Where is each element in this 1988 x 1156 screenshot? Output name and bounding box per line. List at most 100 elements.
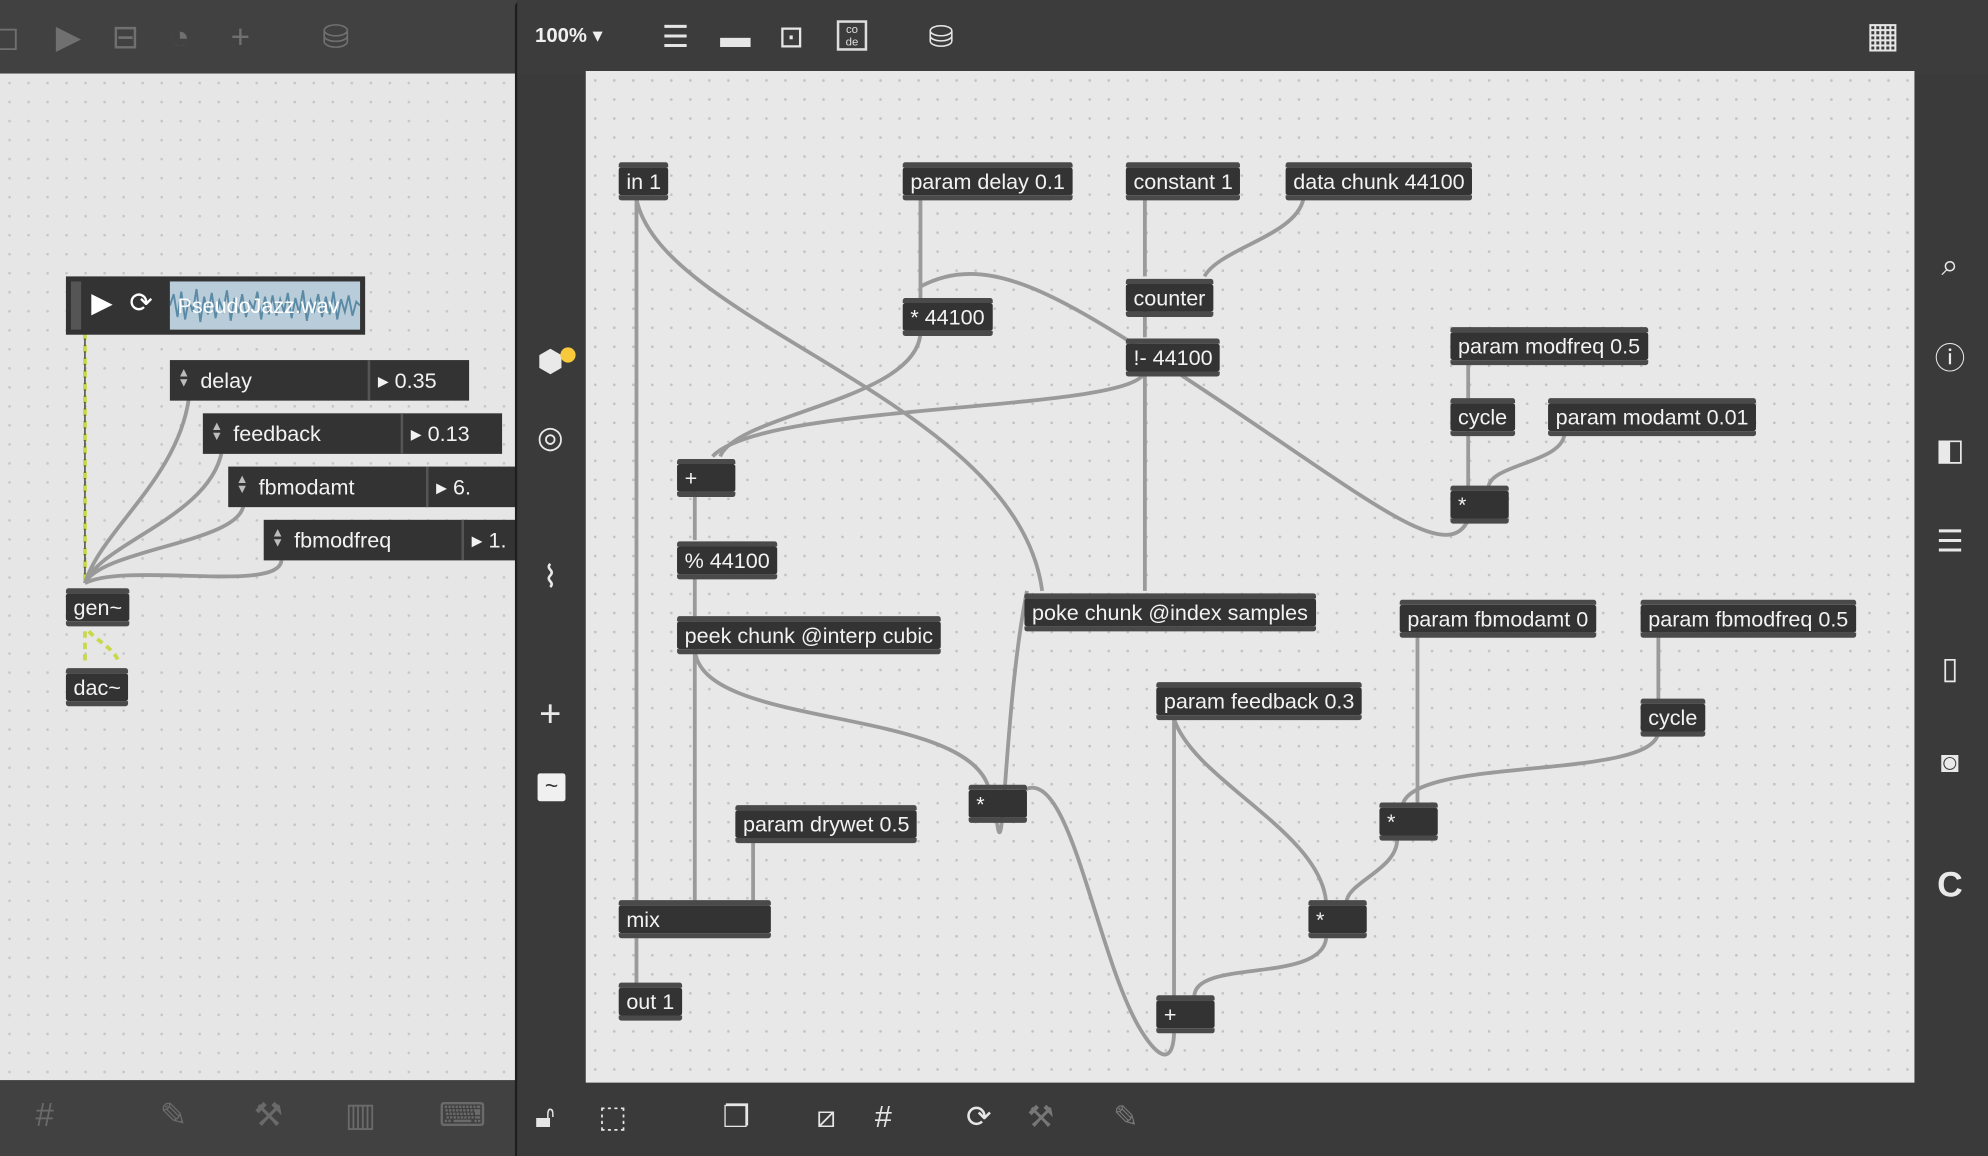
param-name: fbmodamt [258, 475, 355, 500]
main-canvas[interactable]: ▶ ⟳ PseudoJazz.wav ▲ ▼ delay ▸ 0.35 ▲ ▼ fe… [0, 73, 518, 1081]
number-box[interactable]: ▸ 0.13 [411, 422, 470, 447]
param-value: 0.13 [427, 422, 470, 447]
divider [461, 519, 465, 561]
add-feedback-object[interactable]: + [1156, 995, 1215, 1034]
cycle-mod-object[interactable]: cycle [1450, 398, 1515, 437]
param-value: 0.35 [394, 368, 437, 394]
signal-icon[interactable]: ~ [537, 773, 566, 802]
zoom-menu[interactable]: 100% ▾ [535, 23, 603, 48]
paint-bucket-icon[interactable]: ⛁ [928, 20, 953, 56]
param-row-fbmodamt[interactable]: ▲ ▼ fbmodamt ▸ 6. [228, 466, 518, 508]
comment-icon[interactable]: ⊟ [112, 18, 140, 56]
console-icon[interactable]: ⌨ [439, 1095, 487, 1133]
param-row-fbmodfreq[interactable]: ▲ ▼ fbmodfreq ▸ 1. [263, 519, 518, 561]
reverse-subtract-object[interactable]: !- 44100 [1125, 338, 1221, 377]
divider [367, 360, 371, 401]
counter-object[interactable]: counter [1125, 278, 1213, 317]
param-name: fbmodfreq [294, 528, 392, 553]
audio-player[interactable]: ▶ ⟳ PseudoJazz.wav [65, 276, 366, 335]
grid-icon[interactable]: # [36, 1095, 54, 1133]
info-icon[interactable]: ⓘ [1925, 342, 1976, 378]
grid-view-icon[interactable]: ▦ [1866, 17, 1900, 54]
snapshot-camera-icon[interactable]: ◙ [1925, 746, 1976, 782]
gen-patcher-window: 100% ▾ ☰ ▬ ⊡ co de ⛁ ▦ ⬢ ◎ ⌇ + ~ in 1 pa… [514, 0, 1988, 1156]
peek-object[interactable]: peek chunk @interp cubic [677, 616, 941, 655]
divider [426, 466, 429, 508]
screen: ◻ ▶ ⊟ ◔ + ⛁ ▶ ⟳ [0, 0, 1988, 1156]
constant-object[interactable]: constant 1 [1125, 162, 1242, 201]
data-chunk-object[interactable]: data chunk 44100 [1285, 162, 1473, 201]
codebox-icon[interactable]: co de [836, 20, 868, 51]
drag-handle[interactable] [71, 281, 82, 330]
refresh-icon[interactable]: ⟳ [966, 1101, 991, 1137]
gen-object[interactable]: gen~ [65, 588, 131, 627]
new-object-icon[interactable]: ✎ [1113, 1101, 1138, 1137]
multiply-mod-object[interactable]: * [1450, 485, 1509, 524]
target-icon[interactable]: ◎ [525, 421, 576, 457]
gen-right-sidebar: ⌕ ⓘ ◧ ☰ ▯ ◙ C [1914, 73, 1988, 1083]
lock-icon[interactable]: 🔓︎ [535, 1101, 555, 1137]
object-box-icon[interactable]: ◻ [0, 18, 20, 56]
gen-canvas[interactable]: in 1 param delay 0.1 constant 1 data chu… [585, 71, 1915, 1083]
param-delay-object[interactable]: param delay 0.1 [902, 162, 1073, 201]
spin-arrows-icon[interactable]: ▲ ▼ [271, 527, 284, 550]
add-object[interactable]: + [677, 458, 736, 498]
paint-bucket-icon[interactable]: ⛁ [322, 18, 350, 56]
spin-arrows-icon[interactable]: ▲ ▼ [178, 367, 191, 390]
wrench-icon[interactable]: ⚒ [254, 1095, 284, 1133]
param-fbmodamt-object[interactable]: param fbmodamt 0 [1399, 599, 1596, 638]
gen-bottom-toolbar: 🔓︎ ⬚ ❐ ⧄ # ⟳ ⚒ ✎ [517, 1082, 1988, 1156]
keyboard-icon[interactable]: ▥ [345, 1095, 376, 1133]
play-icon[interactable]: ▶ [91, 287, 112, 320]
number-box[interactable]: ▸ 6. [436, 475, 471, 500]
hammer-icon[interactable]: ⚒ [1027, 1101, 1054, 1137]
multiply-feedback-object[interactable]: * [968, 784, 1027, 823]
poke-object[interactable]: poke chunk @index samples [1024, 593, 1316, 632]
out-object[interactable]: out 1 [618, 982, 682, 1021]
cpu-icon[interactable]: C [1925, 867, 1976, 903]
search-icon[interactable]: ⌕ [1925, 249, 1976, 285]
cycle-fbmod-object[interactable]: cycle [1640, 698, 1705, 737]
hide-cables-icon[interactable]: ⧄ [817, 1101, 836, 1137]
presentation-icon[interactable]: ☰ [662, 20, 689, 56]
multiply-fbtotal-object[interactable]: * [1308, 900, 1367, 939]
zoom-level: 100% [535, 25, 587, 47]
comment-icon[interactable]: ▬ [720, 20, 750, 56]
param-fbmodfreq-object[interactable]: param fbmodfreq 0.5 [1640, 599, 1856, 638]
multiply-fbmod-object[interactable]: * [1379, 802, 1438, 841]
add-icon[interactable]: + [525, 695, 576, 733]
boundary-icon[interactable]: ⊡ [778, 20, 803, 56]
number-box[interactable]: ▸ 1. [472, 529, 507, 554]
grid-icon[interactable]: # [875, 1101, 892, 1137]
mix-object[interactable]: mix [618, 900, 771, 939]
gen-patch-cables [634, 198, 1661, 1057]
divider [400, 413, 404, 454]
multiply-samplerate-object[interactable]: * 44100 [902, 297, 993, 336]
select-icon[interactable]: ⬚ [598, 1101, 627, 1137]
spin-arrows-icon[interactable]: ▲ ▼ [210, 420, 223, 443]
message-icon[interactable]: ▶ [56, 18, 81, 56]
param-value: 6. [452, 475, 471, 500]
list-icon[interactable]: ☰ [1925, 525, 1976, 561]
layers-icon[interactable]: ❐ [723, 1101, 750, 1137]
dial-icon[interactable]: ◔ [170, 18, 190, 56]
add-object-icon[interactable]: + [231, 18, 250, 56]
param-drywet-object[interactable]: param drywet 0.5 [735, 805, 918, 844]
paperclip-icon[interactable]: ⌇ [525, 560, 576, 596]
reference-book-icon[interactable]: ▯ [1925, 652, 1976, 688]
number-box[interactable]: ▸ 0.35 [378, 369, 437, 394]
new-object-icon[interactable]: ✎ [160, 1095, 188, 1133]
gen-toolbar: 100% ▾ ☰ ▬ ⊡ co de ⛁ ▦ [517, 0, 1988, 74]
modulo-object[interactable]: % 44100 [677, 541, 778, 580]
loop-icon[interactable]: ⟳ [129, 287, 152, 320]
param-modamt-object[interactable]: param modamt 0.01 [1548, 398, 1757, 437]
dac-object[interactable]: dac~ [65, 668, 129, 707]
param-modfreq-object[interactable]: param modfreq 0.5 [1450, 327, 1648, 366]
param-feedback-object[interactable]: param feedback 0.3 [1156, 682, 1363, 721]
spin-arrows-icon[interactable]: ▲ ▼ [236, 474, 249, 497]
param-row-feedback[interactable]: ▲ ▼ feedback ▸ 0.13 [202, 413, 503, 454]
waveform-display[interactable]: PseudoJazz.wav [169, 281, 361, 330]
in-object[interactable]: in 1 [618, 162, 670, 201]
split-view-icon[interactable]: ◧ [1925, 434, 1976, 470]
param-row-delay[interactable]: ▲ ▼ delay ▸ 0.35 [169, 360, 470, 401]
